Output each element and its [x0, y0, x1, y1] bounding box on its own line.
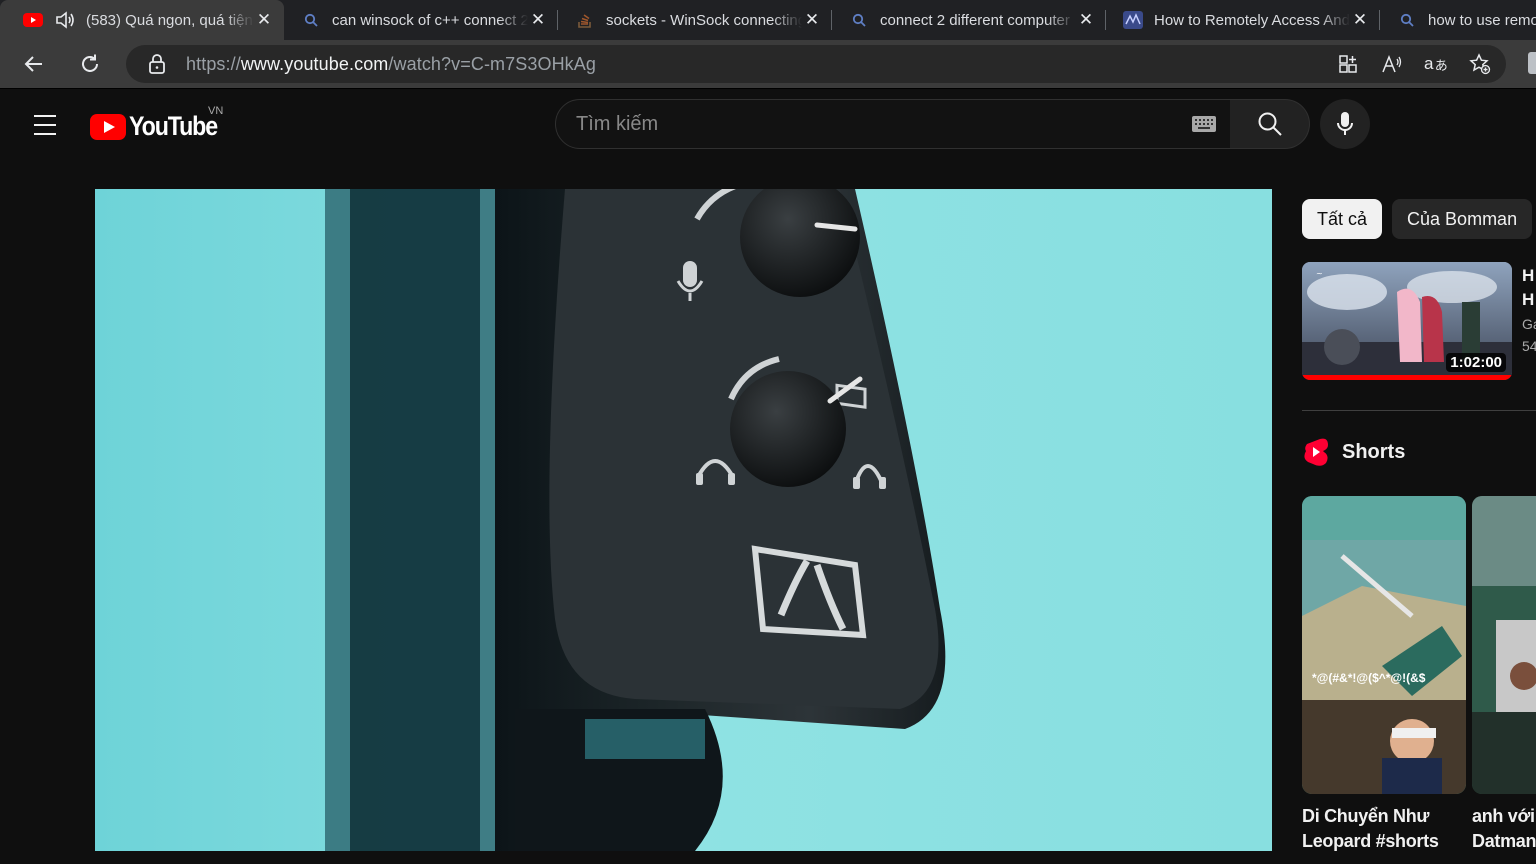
- address-bar[interactable]: https://www.youtube.com/watch?v=C-m7S3OH…: [126, 45, 1506, 83]
- stackoverflow-icon: [574, 11, 596, 29]
- search-placeholder: Tìm kiếm: [576, 112, 659, 135]
- shorts-header: Shorts: [1302, 437, 1405, 467]
- close-tab-icon[interactable]: ✕: [528, 10, 548, 30]
- country-code: VN: [208, 105, 224, 117]
- video-player[interactable]: [95, 189, 1272, 851]
- short-thumbnail[interactable]: [1472, 496, 1536, 794]
- youtube-header: YouTube VN Tìm kiếm: [0, 89, 1536, 161]
- short-image: [1472, 496, 1536, 794]
- back-button[interactable]: [18, 48, 50, 80]
- tab-title: (583) Quá ngon, quá tiện: [86, 11, 254, 29]
- browser-tab-search-remote[interactable]: how to use remo: [1380, 0, 1536, 40]
- short-title[interactable]: anh với Datmani: [1472, 804, 1536, 854]
- short-image: *@(#&*!@($^*@!(&$: [1302, 496, 1466, 794]
- speaker-icon[interactable]: [54, 10, 76, 30]
- svg-text:~: ~: [1316, 269, 1323, 278]
- address-url: https://www.youtube.com/watch?v=C-m7S3OH…: [186, 53, 596, 74]
- youtube-play-icon: [90, 113, 126, 140]
- translate-icon[interactable]: aあ: [1424, 52, 1448, 76]
- shorts-heading: Shorts: [1342, 440, 1406, 463]
- browser-tab-stackoverflow[interactable]: sockets - WinSock connecting ✕: [558, 0, 832, 40]
- read-aloud-icon[interactable]: [1380, 52, 1404, 76]
- youtube-icon: [22, 11, 44, 29]
- microphone-icon: [1337, 112, 1353, 135]
- logo-text: YouTube: [129, 111, 218, 141]
- lock-icon[interactable]: [148, 54, 168, 74]
- browser-toolbar: https://www.youtube.com/watch?v=C-m7S3OH…: [0, 40, 1536, 88]
- close-tab-icon[interactable]: ✕: [1076, 10, 1096, 30]
- tab-title: can winsock of c++ connect 2: [332, 11, 528, 29]
- short-title[interactable]: Di Chuyển Như Leopard #shorts: [1302, 804, 1462, 854]
- chip-all[interactable]: Tất cả: [1302, 199, 1383, 239]
- voice-search-button[interactable]: [1320, 99, 1370, 149]
- filter-chips: Tất cả Của Bomman: [1302, 199, 1533, 239]
- tab-title: How to Remotely Access And: [1154, 11, 1350, 29]
- search-button[interactable]: [1230, 99, 1310, 149]
- browser-tab-search-connect[interactable]: connect 2 different computer ✕: [832, 0, 1106, 40]
- extension-icon[interactable]: [1528, 52, 1536, 74]
- site-icon: [1122, 11, 1144, 29]
- reload-button[interactable]: [74, 48, 106, 80]
- tab-title: sockets - WinSock connecting: [606, 11, 802, 29]
- browser-tab-remote-access[interactable]: How to Remotely Access And ✕: [1106, 0, 1380, 40]
- close-tab-icon[interactable]: ✕: [802, 10, 822, 30]
- browser-tab-strip: (583) Quá ngon, quá tiện ✕ can winsock o…: [0, 0, 1536, 40]
- video-duration: 1:02:00: [1446, 353, 1506, 372]
- chip-from-channel[interactable]: Của Bomman: [1392, 199, 1533, 239]
- search-icon: [300, 11, 322, 29]
- close-tab-icon[interactable]: ✕: [254, 10, 274, 30]
- search-icon: [1258, 112, 1282, 136]
- video-frame: [95, 189, 1272, 851]
- arrow-left-icon: [24, 56, 42, 72]
- recommended-video-thumbnail[interactable]: ~ 1:02:00: [1302, 262, 1512, 380]
- browser-tab-youtube[interactable]: (583) Quá ngon, quá tiện ✕: [0, 0, 284, 40]
- tab-title: connect 2 different computer: [880, 11, 1076, 29]
- browser-tab-search-winsock[interactable]: can winsock of c++ connect 2 ✕: [284, 0, 558, 40]
- close-tab-icon[interactable]: ✕: [1350, 10, 1370, 30]
- app-available-icon[interactable]: [1336, 52, 1360, 76]
- watch-progress-bar: [1302, 375, 1512, 380]
- video-meta: 54: [1522, 338, 1536, 354]
- keyboard-icon[interactable]: [1192, 116, 1216, 132]
- search-input[interactable]: Tìm kiếm: [555, 99, 1231, 149]
- section-divider: [1302, 410, 1536, 411]
- search-icon: [1396, 11, 1418, 29]
- short-overlay-text: *@(#&*!@($^*@!(&$: [1312, 671, 1426, 685]
- channel-name: Ga: [1522, 316, 1536, 332]
- hamburger-menu-button[interactable]: [28, 111, 62, 139]
- recommended-video-info[interactable]: H H Ga 54: [1522, 264, 1536, 357]
- reload-icon: [82, 54, 98, 72]
- video-title-line2: H: [1522, 290, 1535, 309]
- tab-title: how to use remo: [1428, 12, 1536, 29]
- search-icon: [848, 11, 870, 29]
- favorites-star-icon[interactable]: [1468, 52, 1492, 76]
- short-thumbnail[interactable]: *@(#&*!@($^*@!(&$: [1302, 496, 1466, 794]
- video-title: H: [1522, 266, 1535, 285]
- shorts-icon: [1304, 438, 1328, 466]
